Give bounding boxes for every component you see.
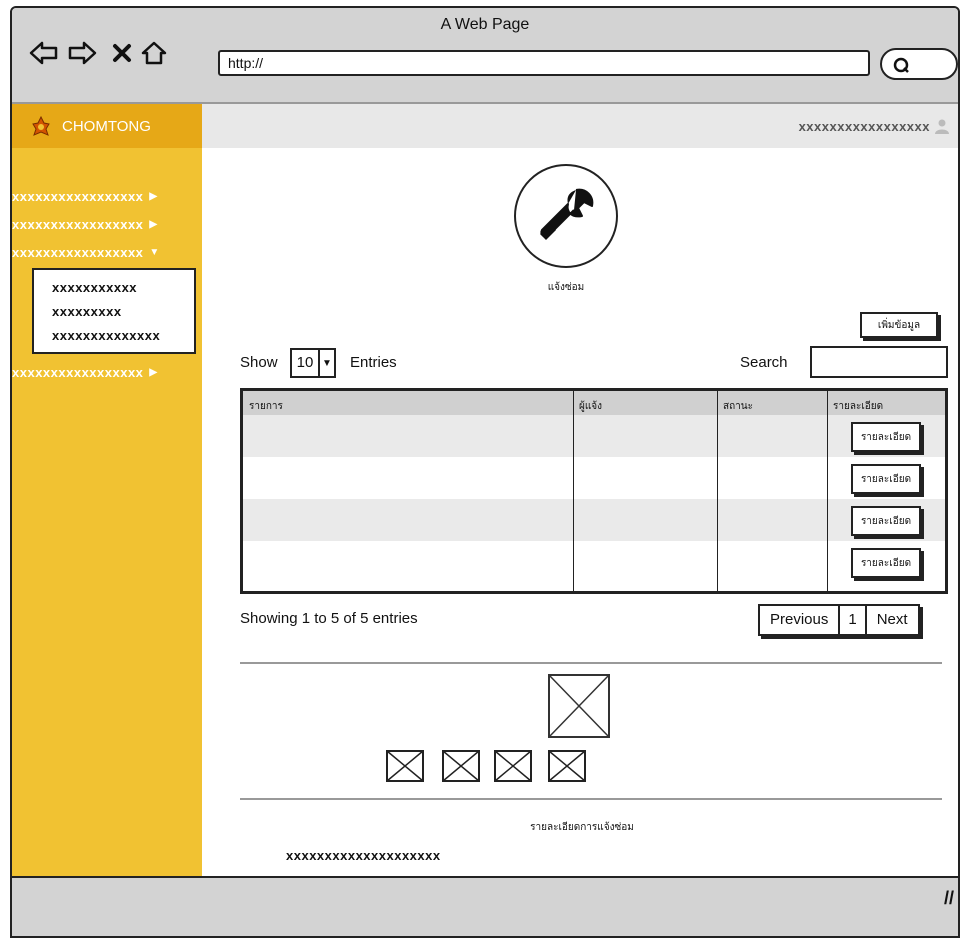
status-bar: // [12,876,958,936]
sidebar-item-label: xxxxxxxxxxxxxxxxx [12,364,144,380]
brand[interactable]: CHOMTONG [12,104,202,148]
table-row [243,415,945,457]
dropdown-arrow-icon: ▼ [322,357,332,369]
detail-section-title: รายละเอียดการแจ้งซ่อม [530,822,634,833]
page-size-value: 10 [292,350,320,376]
repair-icon-circle [514,164,618,268]
next-button[interactable]: Next [867,606,918,634]
top-bar: xxxxxxxxxxxxxxxxx [202,104,958,148]
page-title: แจ้งซ่อม [547,282,585,293]
user-name[interactable]: xxxxxxxxxxxxxxxxx [799,119,930,134]
add-data-button[interactable]: เพิ่มข้อมูล [860,312,938,338]
detail-button[interactable]: รายละเอียด [851,464,921,494]
sidebar-item-label: xxxxxxxxxxxxxxxxx [12,244,144,260]
column-divider [717,391,718,591]
brand-name: CHOMTONG [62,117,151,135]
sidebar-item-2[interactable]: xxxxxxxxxxxxxxxxx ▶ [12,214,202,234]
forward-icon[interactable] [64,38,100,68]
sidebar-item-4[interactable]: xxxxxxxxxxxxxxxxx ▶ [12,362,202,382]
search-label: Search [740,354,788,371]
table-row [243,499,945,541]
table-row [243,457,945,499]
divider [240,798,942,800]
table-row [243,541,945,583]
thumbnail-placeholder[interactable] [442,750,480,782]
column-header-reporter[interactable]: ผู้แจ้ง [573,391,602,415]
window-title: A Web Page [440,16,530,33]
browser-window: A Web Page CHOMTONG xxxxxxxxxxxxxx [10,6,960,938]
stop-icon[interactable] [104,38,140,68]
submenu-item-3[interactable]: xxxxxxxxxxxxxx [52,324,194,348]
url-input[interactable] [218,50,870,76]
main-image-placeholder[interactable] [548,674,610,738]
thumbnail-placeholder[interactable] [494,750,532,782]
submenu-item-1[interactable]: xxxxxxxxxxx [52,276,194,300]
column-header-detail[interactable]: รายละเอียด [827,391,883,415]
back-icon[interactable] [26,38,62,68]
wrench-icon [540,188,594,240]
divider [240,662,942,664]
column-header-status[interactable]: สถานะ [717,391,753,415]
detail-button[interactable]: รายละเอียด [851,548,921,578]
logo-icon [32,115,50,136]
show-label: Show [240,354,278,371]
home-icon[interactable] [136,38,172,68]
detail-button[interactable]: รายละเอียด [851,422,921,452]
resize-grip-icon[interactable]: // [944,888,954,909]
sidebar-item-label: xxxxxxxxxxxxxxxxx [12,216,144,232]
search-icon [893,57,909,73]
chevron-down-icon: ▼ [149,246,160,258]
entries-label: Entries [350,354,397,371]
previous-button[interactable]: Previous [760,606,838,634]
page-number-button[interactable]: 1 [838,606,867,634]
browser-search-button[interactable] [880,48,958,80]
pagination: Previous 1 Next [758,604,920,636]
thumbnail-placeholder[interactable] [386,750,424,782]
search-input[interactable] [810,346,948,378]
sidebar-item-label: xxxxxxxxxxxxxxxxx [12,188,144,204]
user-icon[interactable] [934,118,950,134]
sidebar-item-3[interactable]: xxxxxxxxxxxxxxxxx ▼ [12,242,202,262]
main-content: xxxxxxxxxxxxxxxxx แจ้งซ่อม เพิ่มข้อมูล S… [202,104,958,919]
sidebar-item-1[interactable]: xxxxxxxxxxxxxxxxx ▶ [12,186,202,206]
sidebar-submenu: xxxxxxxxxxx xxxxxxxxx xxxxxxxxxxxxxx [32,268,196,354]
detail-line: xxxxxxxxxxxxxxxxxxxx [286,848,441,863]
submenu-item-2[interactable]: xxxxxxxxx [52,300,194,324]
sidebar: CHOMTONG xxxxxxxxxxxxxxxxx ▶ xxxxxxxxxxx… [12,104,202,876]
chevron-right-icon: ▶ [149,218,158,230]
chevron-right-icon: ▶ [149,190,158,202]
chevron-right-icon: ▶ [149,366,158,378]
browser-toolbar: A Web Page [12,8,958,102]
column-header-item[interactable]: รายการ [243,391,283,415]
column-divider [573,391,574,591]
thumbnail-placeholder[interactable] [548,750,586,782]
column-divider [827,391,828,591]
showing-entries-info: Showing 1 to 5 of 5 entries [240,610,418,627]
page-size-select[interactable]: 10 ▼ [290,348,336,378]
repair-table: รายการ ผู้แจ้ง สถานะ รายละเอียด รายละเอี… [240,388,948,594]
detail-button[interactable]: รายละเอียด [851,506,921,536]
